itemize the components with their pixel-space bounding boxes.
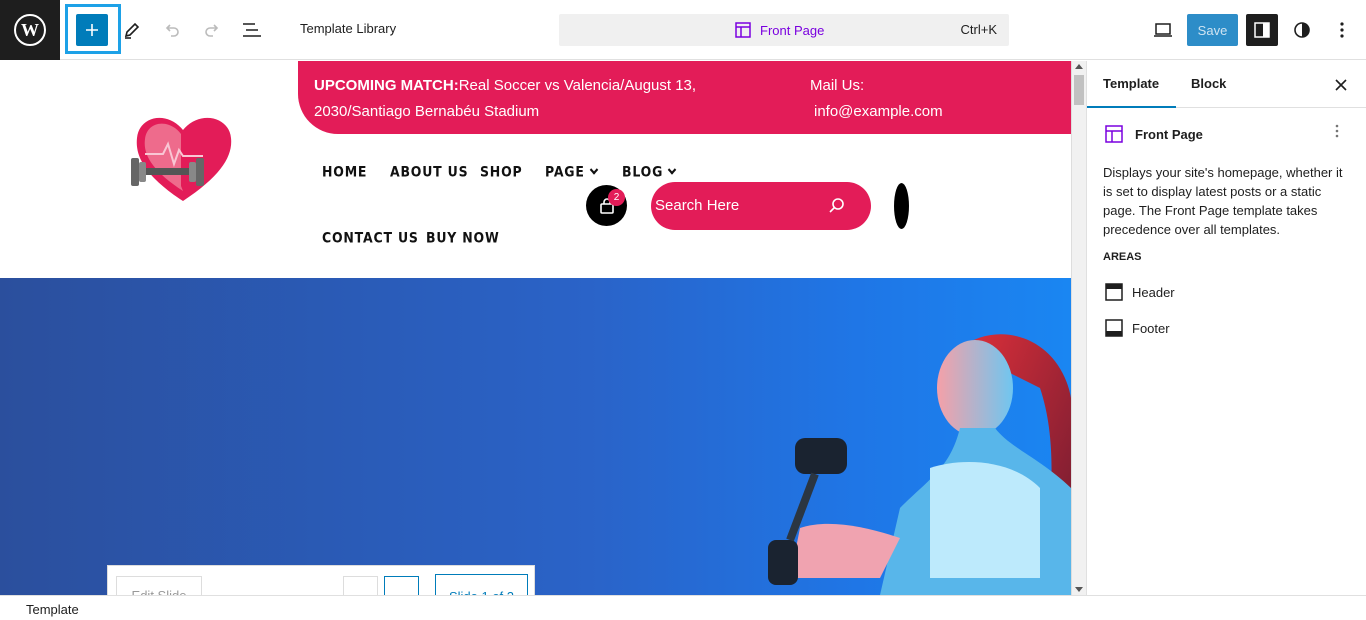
footer-icon (1105, 319, 1123, 337)
scroll-thumb[interactable] (1074, 75, 1084, 105)
edit-slide-button[interactable]: Edit Slide (116, 576, 202, 595)
scroll-down-icon[interactable] (1075, 587, 1083, 592)
redo-icon (205, 24, 219, 37)
nav-home[interactable]: HOME (322, 163, 367, 180)
slider-toolbar: Edit Slide Slide 1 of 2 (107, 565, 535, 595)
hero-slider: Edit Slide Slide 1 of 2 (0, 278, 1071, 595)
block-inserter-button[interactable] (76, 14, 108, 46)
mail-label: Mail Us: (810, 77, 865, 94)
site-search[interactable]: Search Here (651, 182, 871, 230)
wordpress-logo-icon[interactable]: W (0, 0, 60, 60)
cart-count-badge: 2 (608, 189, 625, 206)
template-library-link[interactable]: Template Library (300, 21, 396, 36)
canvas-scrollbar[interactable] (1071, 61, 1086, 595)
site-topbar: UPCOMING MATCH:Real Soccer vs Valencia/A… (298, 61, 1071, 134)
close-sidebar-button[interactable] (1335, 74, 1347, 97)
upcoming-match: UPCOMING MATCH:Real Soccer vs Valencia/A… (314, 73, 744, 125)
document-overview-button[interactable] (236, 14, 268, 46)
search-icon[interactable] (828, 196, 846, 214)
nav-about-us[interactable]: ABOUT US (390, 163, 468, 180)
nav-contact-us[interactable]: CONTACT US (322, 229, 419, 246)
nav-page[interactable]: PAGE (545, 163, 598, 180)
nav-shop[interactable]: SHOP (480, 163, 522, 180)
command-title-label: Front Page (760, 22, 825, 38)
tab-template[interactable]: Template (1103, 76, 1159, 91)
undo-button[interactable] (156, 14, 188, 46)
match-label: UPCOMING MATCH: (314, 77, 459, 94)
command-title: Front Page (735, 22, 824, 38)
header-icon (1105, 283, 1123, 301)
command-palette-bar[interactable]: Front Page Ctrl+K (559, 14, 1009, 46)
options-menu-button[interactable] (1326, 14, 1358, 46)
area-footer-label: Footer (1132, 320, 1170, 336)
nav-buy-now[interactable]: BUY NOW (426, 229, 500, 246)
mail-info: Mail Us: info@example.com (810, 73, 943, 125)
template-title: Front Page (1135, 127, 1203, 142)
sidebar-tabs: Template Block (1087, 61, 1366, 108)
site-logo[interactable] (115, 106, 240, 206)
template-description: Displays your site's homepage, whether i… (1103, 165, 1343, 237)
editor-canvas[interactable]: UPCOMING MATCH:Real Soccer vs Valencia/A… (0, 61, 1071, 595)
save-button[interactable]: Save (1187, 14, 1238, 46)
nav-blog-label: BLOG (622, 163, 664, 180)
mail-value[interactable]: info@example.com (810, 99, 943, 125)
layout-icon (1105, 125, 1123, 143)
preview-device-button[interactable] (1147, 14, 1179, 46)
scroll-up-icon[interactable] (1075, 64, 1083, 69)
breadcrumb-template[interactable]: Template (26, 602, 79, 617)
plus-icon (86, 24, 98, 36)
nav-page-label: PAGE (545, 163, 585, 180)
editor-toolbar: W Template Library Front Page Ctrl+K Sav… (0, 0, 1366, 60)
areas-heading: AREAS (1103, 251, 1142, 263)
contrast-icon (1294, 22, 1310, 38)
layout-icon (735, 22, 751, 38)
chevron-down-icon (667, 165, 677, 175)
slide-prev-button[interactable] (343, 576, 378, 595)
search-input[interactable]: Search Here (655, 197, 739, 214)
template-actions-button[interactable] (1335, 124, 1339, 143)
more-vertical-icon (1335, 124, 1339, 138)
list-view-icon (243, 23, 261, 37)
desktop-icon (1154, 23, 1172, 37)
block-breadcrumb-bar: Template (0, 595, 1366, 620)
slide-next-button[interactable] (384, 576, 419, 595)
svg-text:W: W (21, 20, 39, 40)
menu-toggle-oval[interactable] (894, 183, 909, 229)
slide-count-button[interactable]: Slide 1 of 2 (435, 574, 528, 595)
pencil-icon (124, 22, 140, 39)
settings-toggle-button[interactable] (1246, 14, 1278, 46)
undo-icon (165, 24, 179, 37)
settings-sidebar: Template Block Front Page Displays your … (1086, 61, 1366, 595)
nav-blog[interactable]: BLOG (622, 163, 677, 180)
active-tab-indicator (1087, 106, 1176, 108)
chevron-down-icon (589, 165, 598, 175)
redo-button[interactable] (196, 14, 228, 46)
close-icon (1335, 79, 1347, 91)
more-vertical-icon (1340, 22, 1344, 38)
tools-pencil-button[interactable] (116, 14, 148, 46)
styles-button[interactable] (1286, 14, 1318, 46)
athlete-image (768, 334, 1071, 595)
area-header[interactable]: Header (1105, 283, 1175, 301)
command-shortcut: Ctrl+K (960, 22, 997, 37)
sidebar-icon (1254, 22, 1270, 38)
area-header-label: Header (1132, 284, 1175, 300)
area-footer[interactable]: Footer (1105, 319, 1170, 337)
tab-block[interactable]: Block (1191, 76, 1226, 91)
